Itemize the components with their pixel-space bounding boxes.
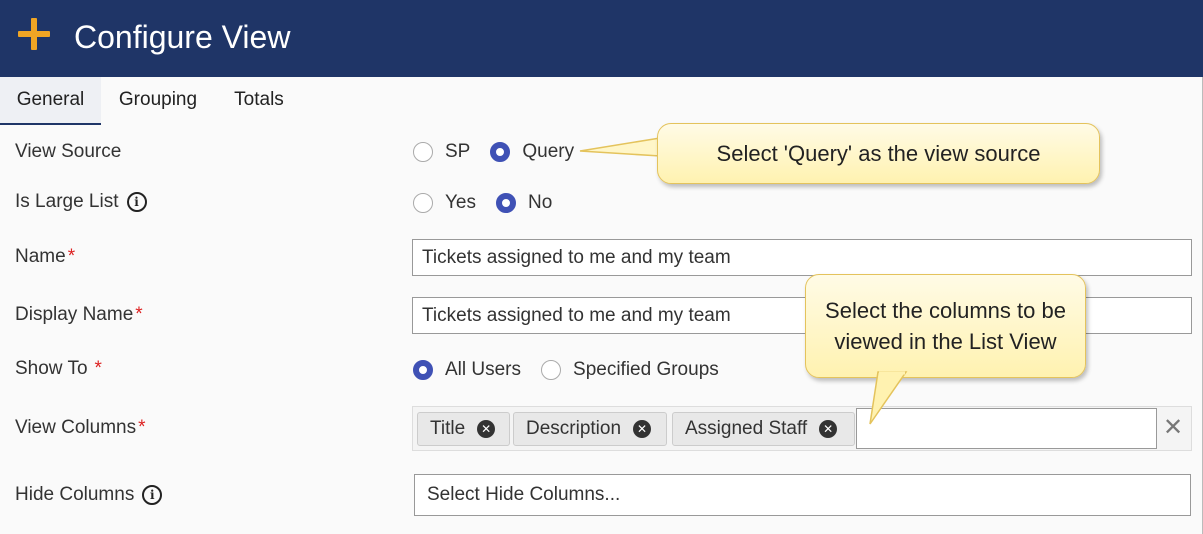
callout-pointer [579,137,661,157]
column-chip-description: Description ✕ [513,412,667,446]
plus-icon [18,18,50,50]
hide-columns-select[interactable]: Select Hide Columns... [414,474,1191,516]
view-source-label: View Source [15,141,122,162]
callout-pointer [869,371,908,425]
callout-columns-hint: Select the columns to be viewed in the L… [805,274,1086,378]
column-chip-title: Title ✕ [417,412,510,446]
remove-chip-icon[interactable]: ✕ [633,420,652,438]
radio-sp[interactable] [413,142,433,162]
tab-totals[interactable]: Totals [224,77,294,123]
app-header: Configure View [0,0,1203,77]
radio-no[interactable] [496,193,516,213]
radio-query[interactable] [490,142,511,162]
show-to-specified-groups-option[interactable]: Specified Groups [541,359,719,381]
show-to-radio-group: All Users Specified Groups [413,359,739,381]
name-label: Name * [15,246,76,267]
callout-query-hint: Select 'Query' as the view source [657,123,1100,184]
show-to-label: Show To * [15,358,102,379]
view-columns-multiselect[interactable]: Title ✕ Description ✕ Assigned Staff ✕ ✕ [412,406,1192,451]
clear-icon[interactable]: ✕ [1163,413,1183,443]
show-to-all-users-option[interactable]: All Users [413,359,521,381]
is-large-list-radio-group: Yes No [413,192,572,214]
view-columns-label: View Columns * [15,417,146,438]
display-name-label: Display Name * [15,304,143,325]
is-large-list-yes-option[interactable]: Yes [413,192,476,214]
tab-general[interactable]: General [0,77,101,125]
column-chip-assigned-staff: Assigned Staff ✕ [672,412,855,446]
radio-specified-groups[interactable] [541,360,562,380]
tab-bar: General Grouping Totals [0,77,1202,125]
name-input[interactable]: Tickets assigned to me and my team [412,239,1192,276]
tab-grouping[interactable]: Grouping [108,77,208,123]
view-source-sp-option[interactable]: SP [413,141,470,163]
remove-chip-icon[interactable]: ✕ [477,420,496,438]
remove-chip-icon[interactable]: ✕ [819,420,838,438]
is-large-list-label: Is Large List i [15,190,147,214]
radio-yes[interactable] [413,193,433,213]
is-large-list-no-option[interactable]: No [496,192,552,214]
hide-columns-label: Hide Columns i [15,483,163,507]
info-icon[interactable]: i [142,485,163,505]
radio-all-users[interactable] [413,360,433,380]
page-title: Configure View [74,19,291,55]
info-icon[interactable]: i [126,192,147,212]
